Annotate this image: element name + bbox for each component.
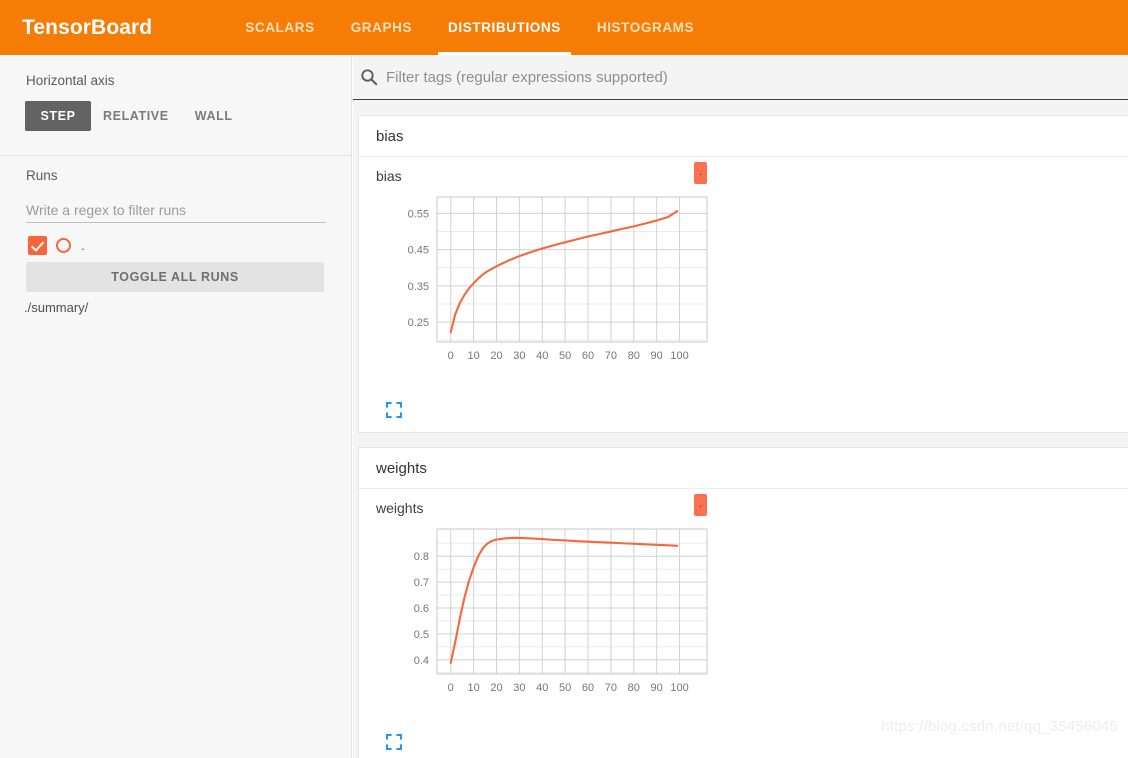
svg-text:0.5: 0.5 xyxy=(414,629,429,641)
runs-filter-wrapper xyxy=(26,197,326,223)
svg-text:50: 50 xyxy=(559,682,571,694)
svg-text:70: 70 xyxy=(605,350,617,362)
svg-text:100: 100 xyxy=(670,682,688,694)
toggle-all-runs-button[interactable]: TOGGLE ALL RUNS xyxy=(26,262,324,292)
chart-card-bias: bias. 0.25 0.35 0.45 0.55 0 10 20 30 40 50 60 70 80 90… xyxy=(359,157,1128,432)
main-nav-tabs: SCALARS GRAPHS DISTRIBUTIONS HISTOGRAMS xyxy=(227,0,712,55)
summary-path-label: ./summary/ xyxy=(24,300,89,315)
tab-graphs[interactable]: GRAPHS xyxy=(333,0,430,55)
runs-label: Runs xyxy=(26,168,58,183)
svg-text:0: 0 xyxy=(448,682,454,694)
svg-text:30: 30 xyxy=(513,350,525,362)
run-name-label: . xyxy=(81,238,85,253)
run-color-circle-icon[interactable] xyxy=(56,238,71,253)
tag-filter-input[interactable] xyxy=(386,68,1128,86)
svg-text:20: 20 xyxy=(490,350,502,362)
tag-group-body: bias. 0.25 0.35 0.45 0.55 0 10 20 30 40 50 60 70 80 90… xyxy=(359,157,1128,432)
expand-chart-icon[interactable] xyxy=(386,402,402,418)
svg-text:0.7: 0.7 xyxy=(414,577,429,589)
svg-text:10: 10 xyxy=(467,682,479,694)
svg-text:90: 90 xyxy=(651,682,663,694)
svg-text:0.8: 0.8 xyxy=(414,551,429,563)
axis-button-wall[interactable]: WALL xyxy=(181,101,247,131)
svg-text:70: 70 xyxy=(605,682,617,694)
run-list-item[interactable]: . xyxy=(28,236,85,255)
main-content: biasbias.0.250.350.450.55010203040506070… xyxy=(353,55,1128,758)
svg-text:0: 0 xyxy=(448,350,454,362)
runs-filter-input[interactable] xyxy=(26,197,326,223)
charts-scroll-area[interactable]: bias bias. 0.25 0.35 0.45 0.55 0 10 20 30 40 50 60 70… xyxy=(353,101,1128,758)
svg-text:90: 90 xyxy=(651,350,663,362)
tag-group-bias: bias bias. 0.25 0.35 0.45 0.55 0 10 20 30 40 50 60 70… xyxy=(358,115,1128,433)
svg-text:50: 50 xyxy=(559,350,571,362)
tab-scalars[interactable]: SCALARS xyxy=(227,0,332,55)
horizontal-axis-button-group: STEP RELATIVE WALL xyxy=(25,101,247,131)
chart-plot: 0.25 0.35 0.45 0.55 0 10 20 30 40 50 60 70 80 90 100 xyxy=(408,196,708,362)
axis-button-relative[interactable]: RELATIVE xyxy=(91,101,181,131)
search-icon xyxy=(360,68,378,86)
svg-text:100: 100 xyxy=(670,350,688,362)
svg-text:0.35: 0.35 xyxy=(408,281,429,293)
tag-group-header[interactable]: weights xyxy=(359,448,1128,489)
svg-text:60: 60 xyxy=(582,682,594,694)
app-brand: TensorBoard xyxy=(22,15,153,39)
chart-title: weights xyxy=(376,500,424,516)
expand-chart-icon[interactable] xyxy=(386,734,402,750)
sidebar: Horizontal axis STEPRELATIVEWALL Runs . … xyxy=(0,55,352,758)
svg-text:0.25: 0.25 xyxy=(408,317,429,329)
svg-text:0.45: 0.45 xyxy=(408,245,429,257)
svg-text:80: 80 xyxy=(628,682,640,694)
tag-group-header[interactable]: bias xyxy=(359,116,1128,157)
chart-plot: 0.4 0.5 0.6 0.7 0.8 0 10 20 30 40 50 60 70 80 90 100 xyxy=(414,528,708,694)
svg-text:0.6: 0.6 xyxy=(414,603,429,615)
svg-text:60: 60 xyxy=(582,350,594,362)
tag-group-weights: weights weights. 0.4 0.5 0.6 0.7 0.8 0 10 20 30 40 5… xyxy=(358,447,1128,758)
horizontal-axis-label: Horizontal axis xyxy=(26,73,115,88)
axis-button-step[interactable]: STEP xyxy=(25,101,91,131)
tag-filter-bar xyxy=(353,55,1128,100)
chart-run-badge[interactable]: . xyxy=(694,494,707,516)
svg-text:10: 10 xyxy=(467,350,479,362)
svg-text:30: 30 xyxy=(513,682,525,694)
chart-card-weights: weights. 0.4 0.5 0.6 0.7 0.8 0 10 20 30 40 50 60 70 80… xyxy=(359,489,1128,758)
data-series-line xyxy=(449,210,679,334)
tab-distributions[interactable]: DISTRIBUTIONS xyxy=(430,0,579,55)
svg-text:40: 40 xyxy=(536,350,548,362)
svg-text:0.4: 0.4 xyxy=(414,655,429,667)
tab-histograms[interactable]: HISTOGRAMS xyxy=(579,0,712,55)
tag-group-body: weights. 0.4 0.5 0.6 0.7 0.8 0 10 20 30 40 50 60 70 80… xyxy=(359,489,1128,758)
svg-text:20: 20 xyxy=(490,682,502,694)
run-checkbox[interactable] xyxy=(28,236,47,255)
sidebar-divider xyxy=(0,155,352,156)
svg-text:80: 80 xyxy=(628,350,640,362)
chart-title: bias xyxy=(376,168,402,184)
chart-run-badge[interactable]: . xyxy=(694,162,707,184)
app-header: TensorBoard SCALARS GRAPHS DISTRIBUTIONS HI… xyxy=(0,0,1128,55)
svg-text:0.55: 0.55 xyxy=(408,208,429,220)
svg-text:40: 40 xyxy=(536,682,548,694)
